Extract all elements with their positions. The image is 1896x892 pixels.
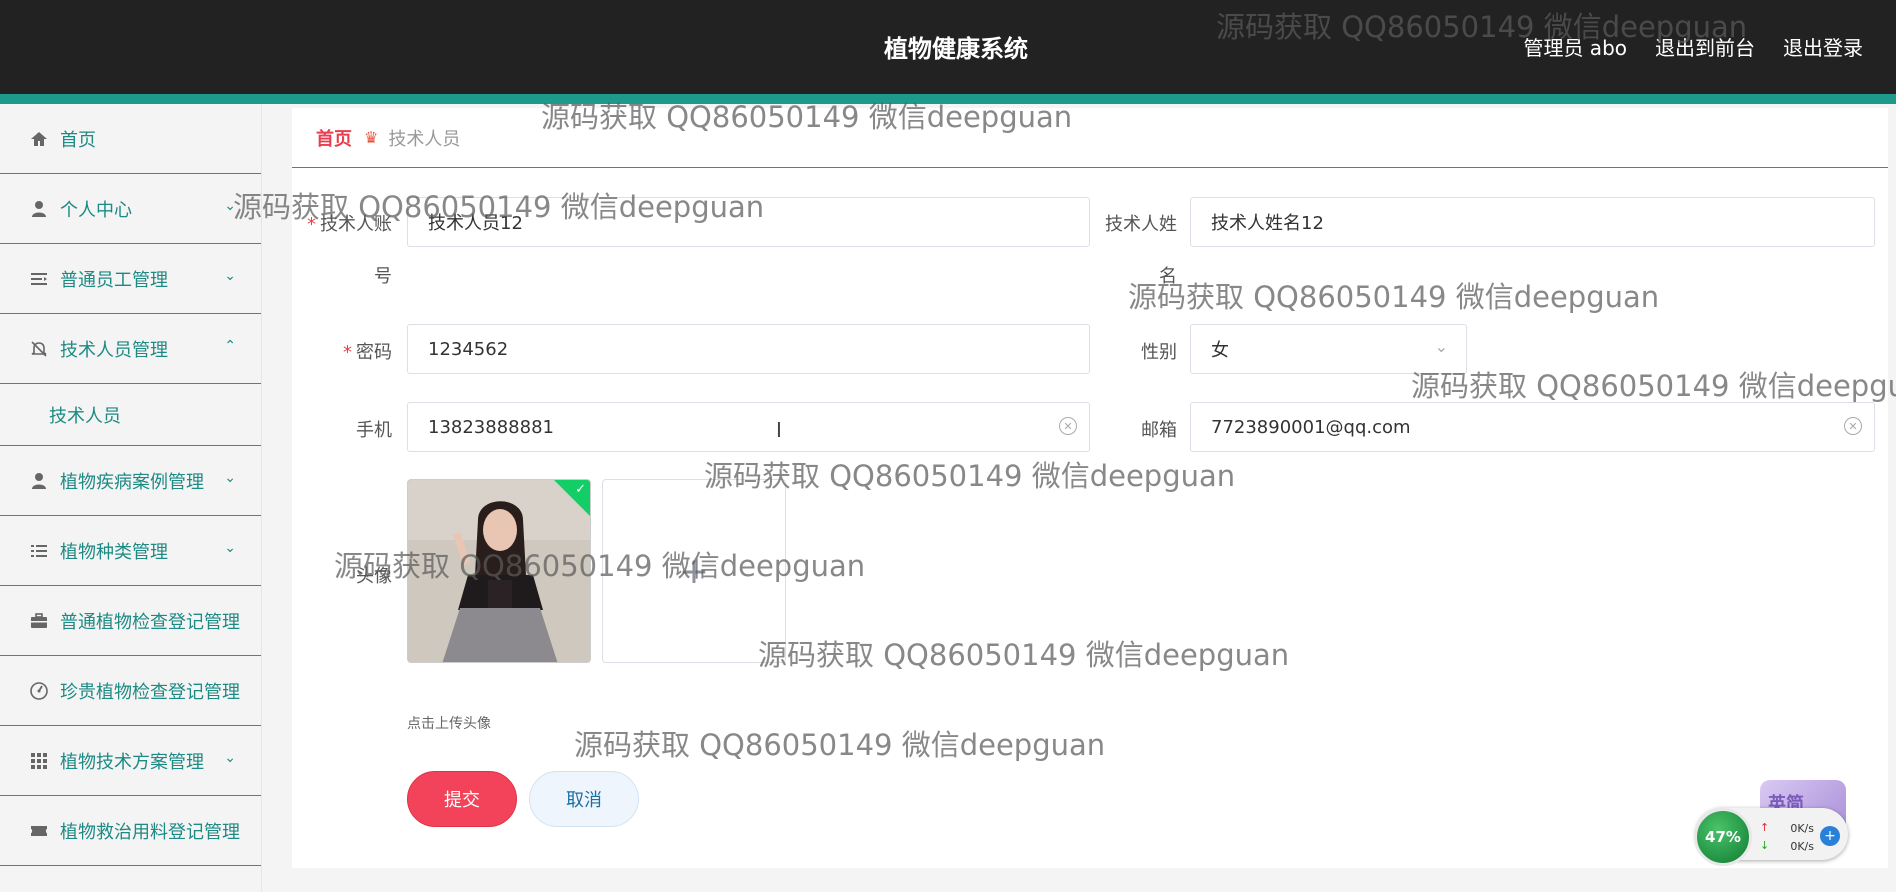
upload-rate: 0K/s	[1790, 822, 1814, 835]
to-front-link[interactable]: 退出到前台	[1655, 32, 1755, 61]
plus-icon[interactable]: +	[1820, 826, 1840, 846]
chevron-down-icon: ⌄	[224, 268, 236, 284]
phone-input[interactable]: 13823888881 ✕	[407, 402, 1090, 452]
download-arrow-icon: ↓	[1760, 839, 1770, 852]
breadcrumb-current: 技术人员	[388, 128, 461, 150]
download-rate: 0K/s	[1790, 840, 1814, 853]
chevron-down-icon: ⌄	[1434, 337, 1448, 356]
grid-icon	[28, 750, 50, 772]
chevron-down-icon: ⌄	[224, 198, 236, 214]
breadcrumb: 首页 ♛ 技术人员	[292, 108, 1888, 168]
name-input[interactable]: 技术人姓名12	[1190, 197, 1875, 247]
upload-hint: 点击上传头像	[407, 716, 491, 732]
account-label: * 技术人账	[307, 214, 392, 235]
avatar-upload-button[interactable]: +	[602, 479, 786, 663]
memory-gauge[interactable]: 47%	[1694, 808, 1752, 866]
gender-label: 性别	[1141, 342, 1177, 363]
clear-icon[interactable]: ✕	[1059, 417, 1077, 435]
gender-select[interactable]: 女 ⌄	[1190, 324, 1467, 374]
sidebar: 首页 个人中心 ⌄ 普通员工管理 ⌄ 技术人员管理 ⌃ 技术人员 植物疾病案例管…	[0, 104, 262, 892]
avatar-preview[interactable]: ✓	[407, 479, 591, 663]
app-title: 植物健康系统	[884, 35, 1028, 63]
sidebar-item-label: 植物疾病案例管理	[60, 471, 204, 493]
clear-icon[interactable]: ✕	[1844, 417, 1862, 435]
header-actions: 管理员 abo 退出到前台 退出登录	[1523, 32, 1863, 61]
avatar-label: 头像	[356, 566, 392, 587]
sidebar-subitem-technician[interactable]: 技术人员	[0, 384, 261, 446]
chevron-down-icon: ⌄	[224, 470, 236, 486]
bell-off-icon	[28, 338, 50, 360]
gauge-icon	[28, 680, 50, 702]
sidebar-item-disease-cases[interactable]: 植物疾病案例管理 ⌄	[0, 446, 261, 516]
account-input[interactable]: 技术人员12	[407, 197, 1090, 247]
breadcrumb-home[interactable]: 首页	[316, 125, 352, 151]
logout-link[interactable]: 退出登录	[1783, 32, 1863, 61]
user-icon	[28, 470, 50, 492]
account-label-wrap: 号	[374, 266, 392, 287]
sidebar-item-label: 珍贵植物检查登记管理	[60, 681, 240, 703]
password-label: * 密码	[343, 342, 392, 363]
sidebar-item-staff-management[interactable]: 普通员工管理 ⌄	[0, 244, 261, 314]
chevron-down-icon: ⌄	[224, 750, 236, 766]
crown-icon: ♛	[364, 128, 379, 147]
gender-value: 女	[1211, 340, 1229, 361]
ticket-icon	[28, 820, 50, 842]
list-icon	[28, 268, 50, 290]
name-label-wrap: 名	[1159, 266, 1177, 287]
sidebar-item-rare-plant-inspection[interactable]: 珍贵植物检查登记管理	[0, 656, 261, 726]
header-accent-bar	[0, 94, 1896, 104]
sidebar-item-label: 技术人员管理	[60, 339, 168, 361]
top-header: 植物健康系统 管理员 abo 退出到前台 退出登录	[0, 0, 1896, 94]
sidebar-item-personal-center[interactable]: 个人中心 ⌄	[0, 174, 261, 244]
sidebar-item-label: 植物技术方案管理	[60, 751, 204, 773]
sidebar-item-home[interactable]: 首页	[0, 104, 261, 174]
sidebar-item-label: 植物救治用料登记管理	[60, 821, 240, 843]
sidebar-item-treatment-materials[interactable]: 植物救治用料登记管理	[0, 796, 261, 866]
submit-button[interactable]: 提交	[407, 771, 517, 827]
chevron-down-icon: ⌄	[224, 540, 236, 556]
current-user-label: 管理员 abo	[1523, 36, 1627, 60]
required-mark: *	[307, 214, 316, 235]
check-icon: ✓	[575, 482, 586, 497]
email-value: 7723890001@qq.com	[1211, 416, 1411, 438]
sidebar-item-technician-management[interactable]: 技术人员管理 ⌃	[0, 314, 261, 384]
sidebar-item-normal-plant-inspection[interactable]: 普通植物检查登记管理	[0, 586, 261, 656]
sidebar-item-label: 个人中心	[60, 199, 132, 221]
name-label: 技术人姓	[1105, 214, 1177, 235]
list-icon	[28, 540, 50, 562]
chevron-up-icon: ⌃	[224, 338, 236, 354]
phone-label: 手机	[356, 420, 392, 441]
email-input[interactable]: 7723890001@qq.com ✕	[1190, 402, 1875, 452]
sidebar-item-tech-plans[interactable]: 植物技术方案管理 ⌄	[0, 726, 261, 796]
sidebar-item-label: 普通植物检查登记管理	[60, 611, 240, 633]
upload-arrow-icon: ↑	[1760, 821, 1770, 834]
required-mark: *	[343, 342, 352, 363]
email-label: 邮箱	[1141, 420, 1177, 441]
user-icon	[28, 198, 50, 220]
cancel-button[interactable]: 取消	[529, 771, 639, 827]
sidebar-item-label: 植物种类管理	[60, 541, 168, 563]
sidebar-item-plant-types[interactable]: 植物种类管理 ⌄	[0, 516, 261, 586]
sidebar-item-label: 首页	[60, 129, 96, 151]
briefcase-icon	[28, 610, 50, 632]
text-cursor-icon: I	[776, 418, 782, 442]
phone-value: 13823888881	[428, 416, 554, 438]
sidebar-item-label: 普通员工管理	[60, 269, 168, 291]
home-icon	[28, 128, 50, 150]
password-input[interactable]: 1234562	[407, 324, 1090, 374]
